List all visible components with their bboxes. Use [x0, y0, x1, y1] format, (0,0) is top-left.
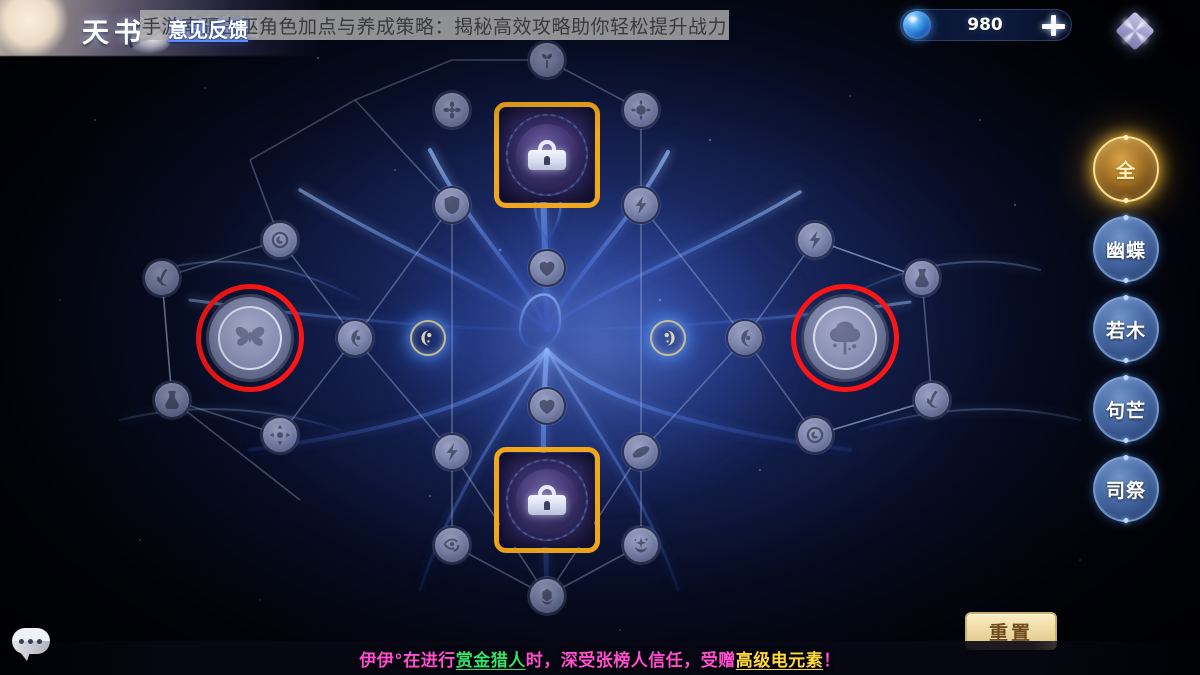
skill-node-16[interactable]: [913, 381, 951, 419]
skill-node-12[interactable]: [650, 320, 686, 356]
expand-icon: [269, 424, 291, 446]
lock-icon: [528, 485, 566, 515]
skill-node-23[interactable]: [528, 577, 566, 615]
spiral-icon: [269, 229, 291, 251]
heart-icon: [536, 257, 558, 279]
yin-seed-icon: [418, 328, 438, 348]
eye-swirl-icon: [441, 534, 463, 556]
skill-node-17[interactable]: [261, 416, 299, 454]
currency-value: 980: [967, 15, 1003, 35]
skill-node-10[interactable]: [726, 319, 764, 357]
pip-top: [1123, 215, 1129, 220]
feedback-link[interactable]: 意见反馈: [168, 14, 248, 43]
skill-node-4[interactable]: [622, 186, 660, 224]
node-locked-top[interactable]: [494, 102, 600, 208]
skill-node-1[interactable]: [433, 91, 471, 129]
node-inner-disc: [813, 306, 877, 370]
marquee-segment-4[interactable]: 高级电元素: [736, 651, 824, 671]
gem-swirl-icon: [536, 585, 558, 607]
pip-bottom: [1123, 518, 1129, 523]
node-ruomu[interactable]: [791, 284, 899, 392]
skill-node-15[interactable]: [153, 381, 191, 419]
pip-top: [1123, 455, 1129, 460]
skill-node-11[interactable]: [410, 320, 446, 356]
lightning-icon: [630, 194, 652, 216]
tree-icon: [823, 316, 867, 360]
heart-icon: [536, 395, 558, 417]
skill-tree[interactable]: [0, 0, 1200, 675]
faction-filter-label: 若木: [1105, 319, 1146, 342]
page-title: 天书: [82, 18, 146, 49]
marquee-segment-5: ！: [823, 650, 841, 671]
lock-icon: [528, 140, 566, 170]
game-skill-tree-screen: 天书 梦幻新诛仙 手游南疆古巫角色加点与养成策略：揭秘高效攻略助你轻松提升战力 …: [0, 0, 1200, 675]
skill-node-7[interactable]: [143, 259, 181, 297]
skill-node-22[interactable]: [622, 526, 660, 564]
skill-node-3[interactable]: [433, 186, 471, 224]
lightning-icon: [441, 441, 463, 463]
blue-orb-currency-icon: [903, 11, 931, 39]
announcement-marquee: 伊伊°在进行赏金猎人时，深受张榜人信任，受赠高级电元素！: [0, 641, 1200, 675]
flower-icon: [441, 99, 463, 121]
faction-filter-rail[interactable]: 全幽蝶 若木 句芒 司祭: [1088, 135, 1164, 536]
crescent-icon: [344, 327, 366, 349]
faction-filter-label: 句芒: [1105, 399, 1146, 422]
skill-node-19[interactable]: [433, 433, 471, 471]
close-sparkle-shape: [1114, 10, 1156, 52]
skill-node-6[interactable]: [796, 221, 834, 259]
pip-bottom: [1123, 358, 1129, 363]
faction-filter-1[interactable]: 幽蝶: [1093, 215, 1159, 283]
node-youdie[interactable]: [196, 284, 304, 392]
faction-filter-3[interactable]: 句芒: [1093, 375, 1159, 443]
claw-icon: [921, 389, 943, 411]
skill-node-20[interactable]: [622, 433, 660, 471]
faction-filter-2[interactable]: 若木: [1093, 295, 1159, 363]
currency-display[interactable]: 980: [900, 9, 1072, 41]
potion-icon: [911, 267, 933, 289]
pip-top: [1123, 295, 1129, 300]
faction-filter-4[interactable]: 司祭: [1093, 455, 1159, 523]
skill-node-2[interactable]: [622, 91, 660, 129]
add-currency-button[interactable]: [1039, 11, 1067, 39]
marquee-segment-3: 时，深受张榜人信任，受赠: [525, 650, 736, 671]
faction-filter-label: 幽蝶: [1105, 239, 1146, 262]
faction-filter-all[interactable]: 全: [1093, 135, 1159, 203]
skill-node-5[interactable]: [261, 221, 299, 259]
target-icon: [630, 99, 652, 121]
node-inner-disc: [218, 306, 282, 370]
faction-filter-label: 司祭: [1105, 479, 1146, 502]
lightning-icon: [804, 229, 826, 251]
pip-bottom: [1123, 438, 1129, 443]
node-locked-bottom[interactable]: [494, 447, 600, 553]
shield-icon: [441, 194, 463, 216]
skill-node-21[interactable]: [433, 526, 471, 564]
marquee-segment-0: 伊伊°: [359, 650, 404, 671]
sparkle-icon: [630, 534, 652, 556]
close-star-icon[interactable]: [1112, 8, 1158, 54]
skill-node-9[interactable]: [336, 319, 374, 357]
spiral-icon: [804, 424, 826, 446]
pip-bottom: [1123, 278, 1129, 283]
marquee-segment-2[interactable]: 赏金猎人: [456, 651, 526, 671]
skill-tree-edges: [161, 59, 933, 597]
sprout-icon: [536, 49, 558, 71]
butterfly-icon: [228, 316, 272, 360]
pip-top: [1123, 375, 1129, 380]
top-bar: 天书 梦幻新诛仙 手游南疆古巫角色加点与养成策略：揭秘高效攻略助你轻松提升战力 …: [0, 0, 1200, 61]
potion-icon: [161, 389, 183, 411]
pip-top: [1123, 135, 1129, 140]
marquee-segment-1: 在进行: [403, 650, 456, 671]
skill-node-8[interactable]: [903, 259, 941, 297]
claw-icon: [151, 267, 173, 289]
skill-node-18[interactable]: [796, 416, 834, 454]
crescent-icon: [734, 327, 756, 349]
orbit-icon: [630, 441, 652, 463]
faction-filter-label: 全: [1115, 159, 1136, 182]
skill-node-14[interactable]: [528, 249, 566, 287]
yang-seed-icon: [658, 328, 678, 348]
marquee-text: 伊伊°在进行赏金猎人时，深受张榜人信任，受赠高级电元素！: [359, 646, 841, 671]
pip-bottom: [1123, 198, 1129, 203]
skill-node-13[interactable]: [528, 387, 566, 425]
